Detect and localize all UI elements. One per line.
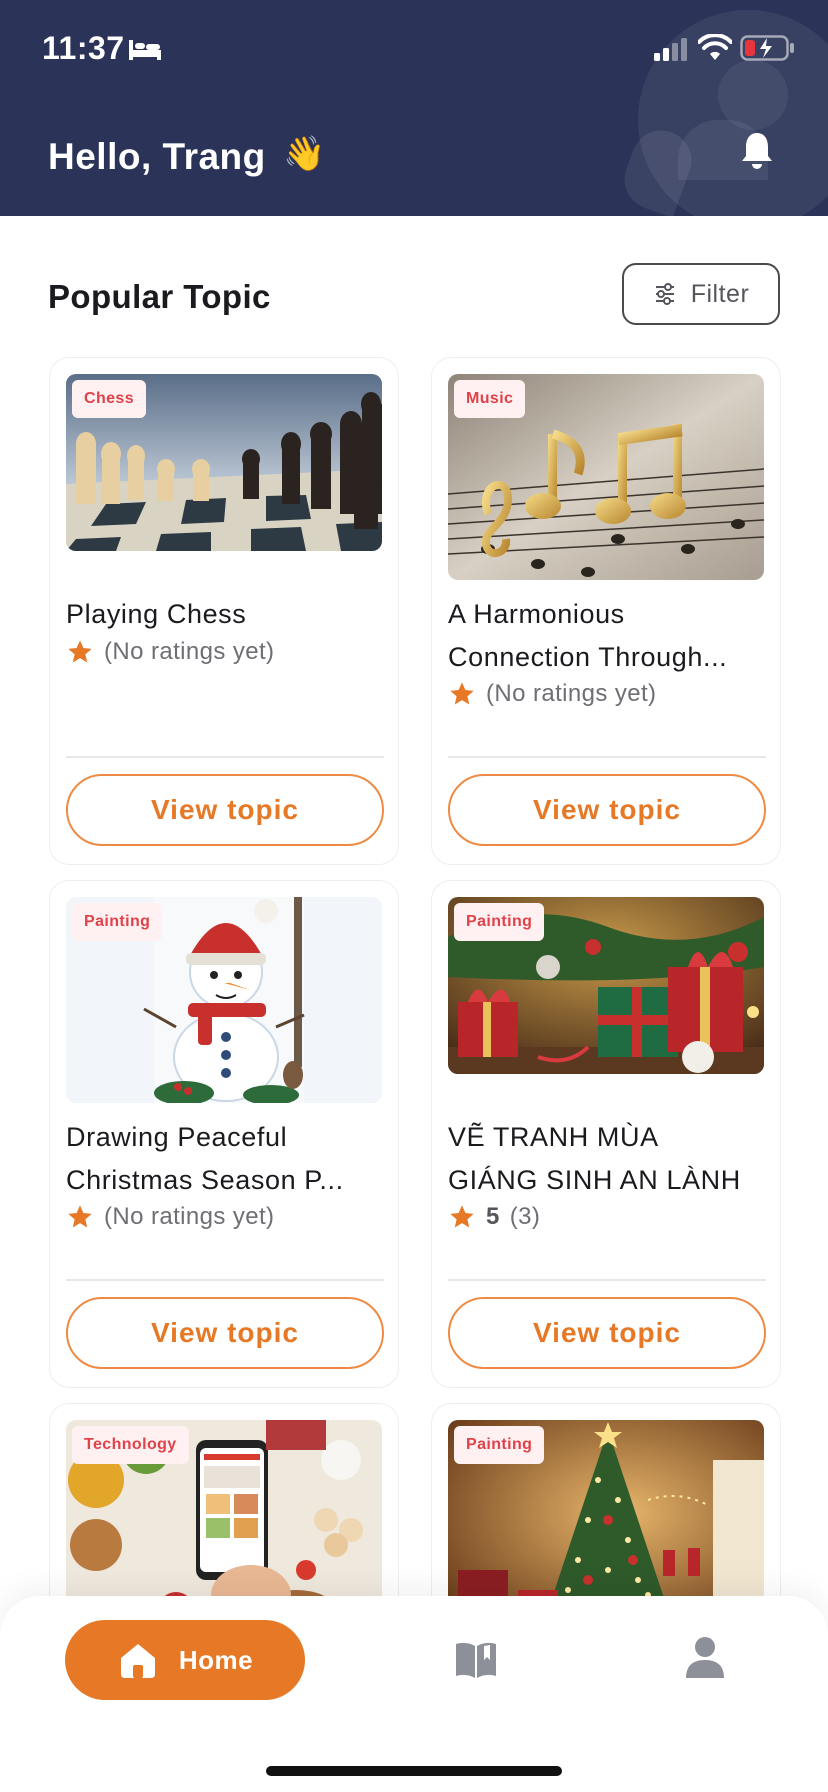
- rating-row: (No ratings yet): [66, 638, 274, 666]
- filter-label: Filter: [690, 279, 750, 308]
- card-divider: [66, 1279, 384, 1281]
- rating-count: (3): [509, 1203, 541, 1230]
- view-topic-button[interactable]: View topic: [66, 1297, 384, 1369]
- filter-sliders-icon: [655, 283, 674, 305]
- star-icon: [68, 1205, 92, 1228]
- topic-title: Playing Chess: [66, 599, 247, 629]
- rating-text: (No ratings yet): [104, 638, 275, 665]
- topic-card[interactable]: Music A Harmonious Connection Through...…: [431, 357, 781, 865]
- category-badge: Music: [454, 380, 526, 418]
- category-badge: Painting: [454, 1426, 545, 1464]
- card-divider: [448, 1279, 766, 1281]
- card-divider: [448, 756, 766, 758]
- wave-emoji: 👋: [283, 135, 326, 173]
- topic-image-christmas-gifts: Painting: [448, 897, 764, 1074]
- app-header: 11:37 Hello, Trang 👋: [0, 0, 828, 216]
- topic-title-line-1: Drawing Peaceful: [66, 1122, 288, 1152]
- status-time: 11:37: [42, 30, 125, 66]
- topic-image-snowman: Painting: [66, 897, 382, 1103]
- nav-library-book-icon[interactable]: [454, 1640, 498, 1680]
- rating-row: (No ratings yet): [66, 1203, 274, 1231]
- topic-image-chess: Chess: [66, 374, 382, 551]
- category-badge: Technology: [72, 1426, 189, 1464]
- category-badge: Painting: [454, 903, 545, 941]
- section-title: Popular Topic: [48, 278, 271, 315]
- topic-card[interactable]: Painting VẼ TRANH MÙA GIÁNG SINH AN LÀNH…: [431, 880, 781, 1388]
- notification-bell-icon[interactable]: [740, 130, 774, 170]
- bottom-navigation: Home: [0, 1596, 828, 1792]
- greeting-text: Hello, Trang: [48, 136, 266, 177]
- star-icon: [450, 1205, 474, 1228]
- view-topic-button[interactable]: View topic: [66, 774, 384, 846]
- topic-card[interactable]: Painting Drawing Peaceful Christmas Seas…: [49, 880, 399, 1388]
- view-topic-button[interactable]: View topic: [448, 1297, 766, 1369]
- nav-home-button[interactable]: Home: [65, 1620, 305, 1700]
- topic-card[interactable]: Chess Playing Chess (No ratings yet) Vie…: [49, 357, 399, 865]
- view-topic-button[interactable]: View topic: [448, 774, 766, 846]
- filter-button[interactable]: Filter: [622, 263, 780, 325]
- rating-row: 5 (3): [448, 1203, 540, 1231]
- home-indicator: [266, 1766, 562, 1776]
- nav-profile-user-icon[interactable]: [685, 1636, 725, 1680]
- topic-title-line-2: GIÁNG SINH AN LÀNH: [448, 1165, 741, 1195]
- wifi-icon: [698, 34, 732, 60]
- rating-score: 5: [486, 1203, 500, 1230]
- rating-text: (No ratings yet): [104, 1203, 275, 1230]
- home-icon: [120, 1644, 155, 1678]
- cellular-signal-icon: [654, 38, 687, 61]
- topic-image-music: Music: [448, 374, 764, 580]
- nav-home-label: Home: [178, 1644, 254, 1675]
- sleep-focus-icon: [129, 40, 161, 60]
- topic-title-line-2: Christmas Season P...: [66, 1165, 344, 1195]
- topic-title-line-2: Connection Through...: [448, 642, 728, 672]
- card-divider: [66, 756, 384, 758]
- rating-row: (No ratings yet): [448, 680, 656, 708]
- rating-text: (No ratings yet): [486, 680, 657, 707]
- star-icon: [68, 640, 92, 663]
- topic-title-line-1: VẼ TRANH MÙA: [448, 1122, 659, 1152]
- topic-title-line-1: A Harmonious: [448, 599, 625, 629]
- category-badge: Painting: [72, 903, 163, 941]
- category-badge: Chess: [72, 380, 147, 418]
- battery-icon: [740, 35, 794, 61]
- star-icon: [450, 682, 474, 705]
